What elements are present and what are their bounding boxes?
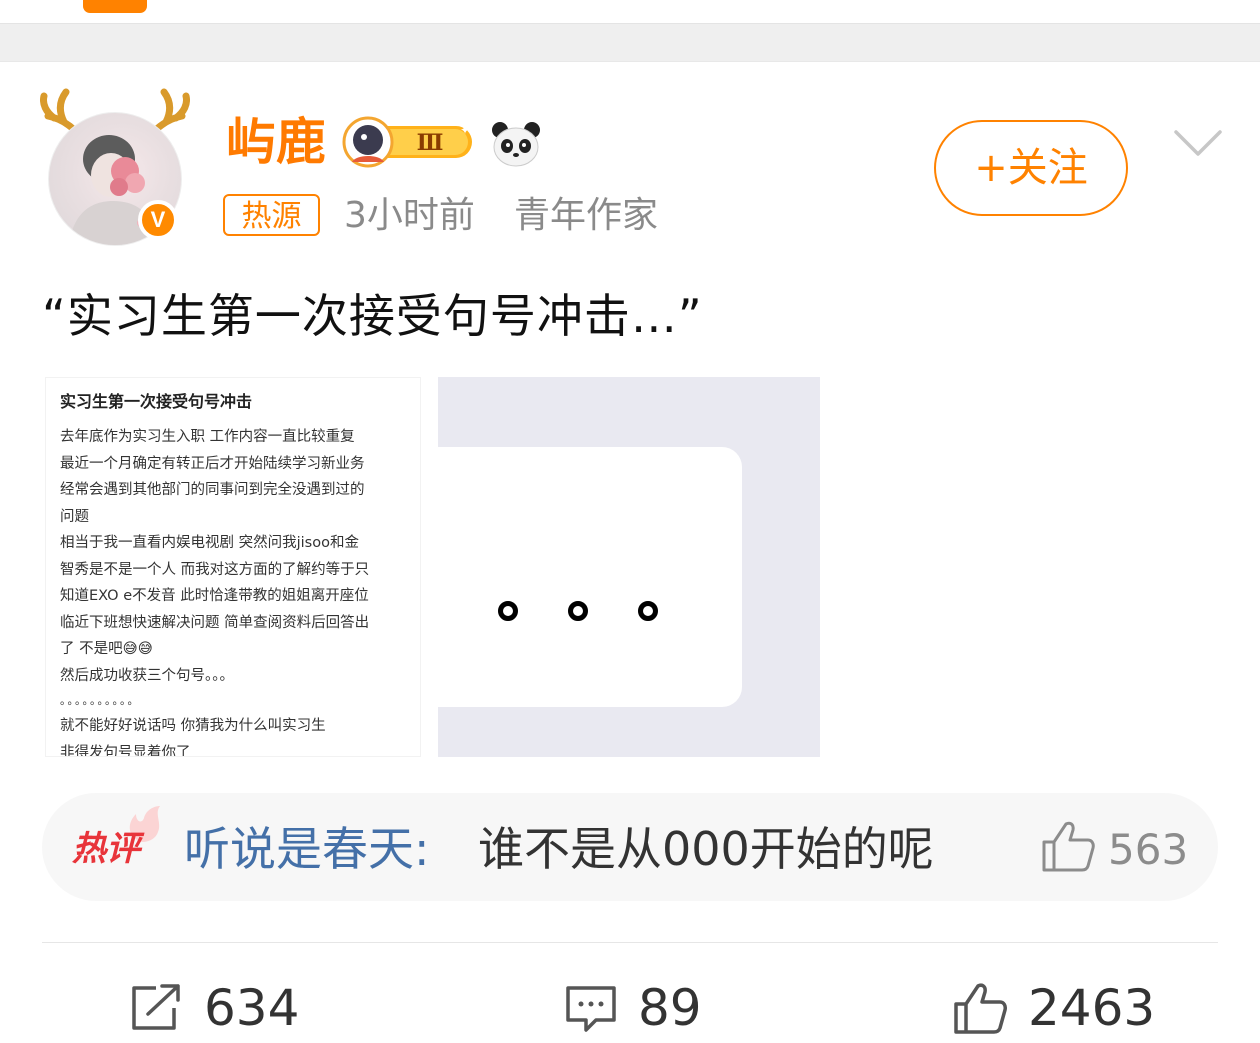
image-line: 就不能好好说话吗 你猜我为什么叫实习生 [60,718,326,734]
circle-icon [638,601,658,621]
image-line: 非得发句号显着你了 [60,744,191,757]
panda-icon[interactable] [490,120,542,168]
section-divider [0,23,1260,62]
post-text: “实习生第一次接受句号冲击…” [42,289,703,343]
astronaut-level-badge-icon[interactable]: Ⅲ ✦ [342,116,476,168]
comment-like-count: 563 [1108,825,1189,874]
svg-text:✦: ✦ [460,123,470,137]
chevron-down-icon[interactable] [1172,126,1224,160]
image-line: 最近一个月确定有转正后才开始陆续学习新业务 [60,455,365,472]
author-title: 青年作家 [514,195,659,236]
image-title: 实习生第一次接受句号冲击 [60,392,253,411]
author-avatar[interactable]: V [40,88,190,253]
comment-user[interactable]: 听说是春天: [184,818,430,880]
post-image-text-screenshot[interactable]: 实习生第一次接受句号冲击 去年底作为实习生入职 工作内容一直比较重复 最近一个月… [45,377,421,757]
image-line: 智秀是不是一个人 而我对这方面的了解约等于只 [60,561,370,578]
comment-count[interactable]: 89 [638,978,702,1038]
circle-icon [498,601,518,621]
follow-button[interactable]: +关注 [934,120,1128,216]
image-line: 然后成功收获三个句号。。。 [60,667,234,684]
image-line: 问题 [60,508,89,525]
active-tab-indicator [83,0,147,13]
image-line: 相当于我一直看内娱电视剧 突然问我jisoo和金 [60,535,359,551]
post-image-circles[interactable] [438,377,820,757]
comment-icon[interactable] [564,982,620,1034]
level-badge-text: Ⅲ [417,130,444,156]
image-line: 临近下班想快速解决问题 简单查阅资料后回答出 [60,614,370,631]
circle-icon [568,601,588,621]
post-time: 3小时前 [344,195,475,236]
divider [42,942,1218,943]
thumbs-up-icon[interactable] [1040,818,1096,874]
like-icon[interactable] [952,982,1008,1034]
verified-badge: V [138,200,178,240]
image-line: 了 不是吧😅😅 [60,641,153,657]
hot-source-tag: 热源 [223,194,320,236]
repost-count[interactable]: 634 [204,978,299,1038]
comment-text: 谁不是从000开始的呢 [478,822,934,876]
author-name[interactable]: 屿鹿 [226,112,326,172]
repost-icon[interactable] [128,982,184,1034]
image-line: 经常会遇到其他部门的同事问到完全没遇到过的 [60,482,365,498]
image-line: 。。。。。。。。。。 [60,694,141,707]
image-line: 知道EXO e不发音 此时恰逢带教的姐姐离开座位 [60,588,369,604]
message-card [438,447,742,707]
image-line: 去年底作为实习生入职 工作内容一直比较重复 [60,429,355,445]
hot-comment-label: 热评 [72,829,140,869]
like-count[interactable]: 2463 [1028,978,1155,1038]
